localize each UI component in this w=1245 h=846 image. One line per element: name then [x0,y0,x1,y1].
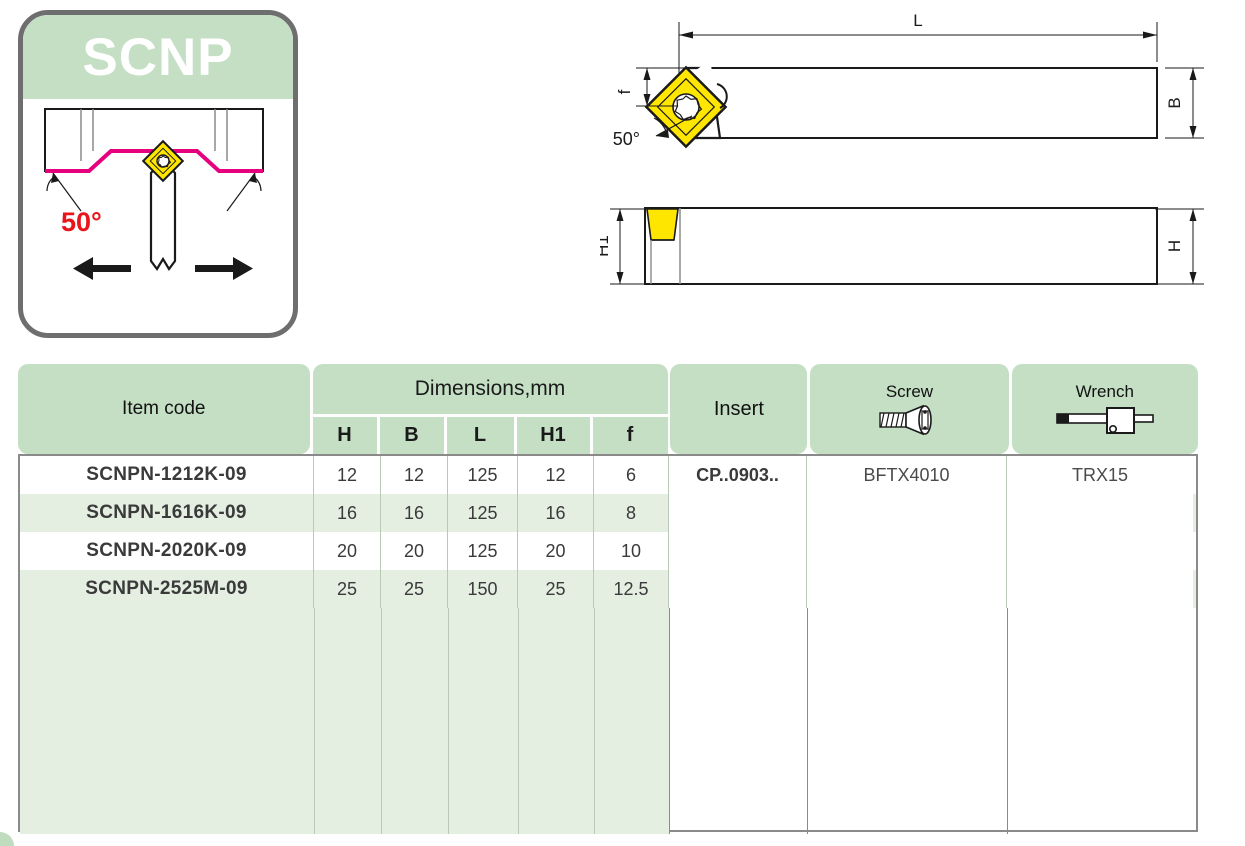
column-rule [518,608,519,834]
header-wrench-label: Wrench [1075,382,1134,401]
cell-dim-f: 8 [594,494,669,532]
product-card: SCNP 50° [18,10,298,338]
column-rule [448,608,449,834]
cell-screw [807,570,1007,608]
column-rule [807,608,808,834]
arrow-left-icon [73,257,131,280]
cell-screw: BFTX4010 [807,456,1007,494]
header-dim-B: B [379,417,444,454]
cell-dim-f: 10 [594,532,669,570]
cell-dim-B: 12 [381,456,448,494]
cell-item-code: SCNPN-1212K-09 [20,456,314,494]
dim-h1-label: H1 [600,235,612,257]
header-dim-H1: H1 [516,417,590,454]
header-item-code: Item code [18,364,310,454]
table-rows: SCNPN-1212K-09 12 12 125 12 6 CP..0903.. BFTX40… [20,456,1196,608]
cell-insert: CP..0903.. [669,456,807,494]
cell-dim-L: 125 [448,532,518,570]
column-rule [669,608,670,834]
cell-insert [669,494,807,532]
corner-decoration [0,832,14,846]
cell-dim-L: 125 [448,494,518,532]
dim-f-label: f [615,89,634,94]
cell-dim-H: 25 [314,570,381,608]
insert-icon-sideview [646,208,679,241]
table-row[interactable]: SCNPN-1616K-09 16 16 125 16 8 [20,494,1196,532]
cell-dim-H: 20 [314,532,381,570]
cell-screw [807,494,1007,532]
dim-h-label: H [1165,240,1184,252]
header-screw-label: Screw [885,382,934,401]
t-wrench-icon [1055,407,1154,434]
table-row[interactable]: SCNPN-1212K-09 12 12 125 12 6 CP..0903.. BFTX40… [20,456,1196,494]
header-dim-L: L [446,417,514,454]
cell-dim-f: 6 [594,456,669,494]
cell-item-code: SCNPN-2020K-09 [20,532,314,570]
header-dimension-subcolumns: H B L H1 f [312,417,668,454]
cell-dim-H1: 12 [518,456,594,494]
table-header: Item code Dimensions,mm H B L H1 f Inser… [18,364,1198,454]
cell-dim-H1: 16 [518,494,594,532]
dim-h1 [610,208,648,285]
cell-dim-B: 20 [381,532,448,570]
screw-icon [879,404,933,436]
table-body: SCNPN-1212K-09 12 12 125 12 6 CP..0903.. BFTX40… [18,454,1198,834]
product-card-header: SCNP [23,15,293,99]
dim-angle-label: 50° [613,129,640,149]
dim-length-label: L [913,11,922,30]
column-rule [314,608,315,834]
header-screw: Screw [810,364,1009,454]
application-diagram-svg: 50° [44,108,264,280]
cell-wrench [1007,570,1193,608]
cell-insert [669,532,807,570]
table-filler-area [20,608,1196,834]
cell-dim-B: 25 [381,570,448,608]
header-dim-H: H [312,417,377,454]
cell-dim-B: 16 [381,494,448,532]
application-diagram: 50° [23,99,293,333]
column-rule [1007,608,1008,834]
cell-item-code: SCNPN-1616K-09 [20,494,314,532]
table-row[interactable]: SCNPN-2020K-09 20 20 125 20 10 [20,532,1196,570]
column-rule [381,608,382,834]
cell-dim-H1: 20 [518,532,594,570]
cell-dim-L: 150 [448,570,518,608]
cell-wrench [1007,494,1193,532]
angle-label: 50° [61,207,102,237]
cell-dim-H: 12 [314,456,381,494]
header-insert: Insert [670,364,808,454]
cell-dim-f: 12.5 [594,570,669,608]
cell-insert [669,570,807,608]
cell-item-code: SCNPN-2525M-09 [20,570,314,608]
specification-table: Item code Dimensions,mm H B L H1 f Inser… [18,364,1198,834]
column-rule [594,608,595,834]
table-row[interactable]: SCNPN-2525M-09 25 25 150 25 12.5 [20,570,1196,608]
header-dim-f: f [592,417,668,454]
arrow-right-icon [195,257,253,280]
dim-width-label: B [1165,97,1184,108]
header-dimensions-title: Dimensions,mm [312,364,668,414]
cell-wrench: TRX15 [1007,456,1193,494]
cell-dim-H: 16 [314,494,381,532]
cell-wrench [1007,532,1193,570]
product-title: SCNP [82,27,234,87]
header-wrench: Wrench [1011,364,1198,454]
cell-dim-L: 125 [448,456,518,494]
filler-green-block [20,608,669,834]
drawings-svg: L 50° f B H1 H [593,11,1204,285]
header-dimensions-group: Dimensions,mm H B L H1 f [312,364,668,454]
engineering-drawings: L 50° f B H1 H [593,0,1245,350]
cell-screw [807,532,1007,570]
cell-dim-H1: 25 [518,570,594,608]
